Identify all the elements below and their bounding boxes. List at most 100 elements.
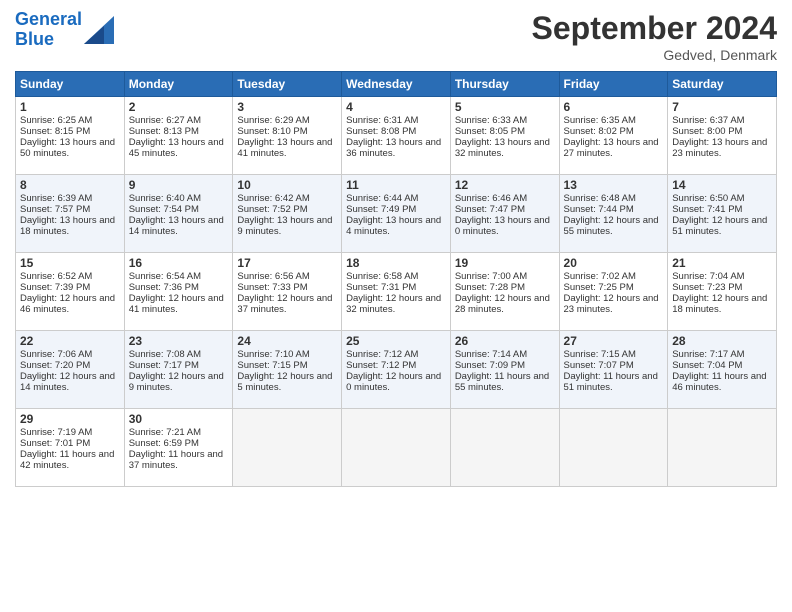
day-number: 25 (346, 334, 446, 348)
sunrise-label: Sunrise: 6:40 AM (129, 193, 201, 204)
sunrise-label: Sunrise: 6:56 AM (237, 271, 309, 282)
sunset-label: Sunset: 7:07 PM (564, 360, 634, 371)
table-row: 28 Sunrise: 7:17 AM Sunset: 7:04 PM Dayl… (668, 331, 777, 409)
calendar-table: Sunday Monday Tuesday Wednesday Thursday… (15, 71, 777, 487)
sunrise-label: Sunrise: 6:44 AM (346, 193, 418, 204)
day-number: 15 (20, 256, 120, 270)
sunrise-label: Sunrise: 7:12 AM (346, 349, 418, 360)
logo: General Blue (15, 10, 114, 50)
sunrise-label: Sunrise: 6:25 AM (20, 115, 92, 126)
table-row: 19 Sunrise: 7:00 AM Sunset: 7:28 PM Dayl… (450, 253, 559, 331)
day-number: 28 (672, 334, 772, 348)
day-number: 26 (455, 334, 555, 348)
table-row: 30 Sunrise: 7:21 AM Sunset: 6:59 PM Dayl… (124, 409, 233, 487)
logo-icon (84, 16, 114, 44)
daylight-label: Daylight: 12 hours and 55 minutes. (564, 215, 659, 237)
daylight-label: Daylight: 13 hours and 36 minutes. (346, 137, 441, 159)
day-number: 24 (237, 334, 337, 348)
page-header: General Blue September 2024 Gedved, Denm… (15, 10, 777, 63)
table-row: 20 Sunrise: 7:02 AM Sunset: 7:25 PM Dayl… (559, 253, 668, 331)
daylight-label: Daylight: 13 hours and 18 minutes. (20, 215, 115, 237)
sunset-label: Sunset: 8:10 PM (237, 126, 307, 137)
sunrise-label: Sunrise: 6:58 AM (346, 271, 418, 282)
table-row: 11 Sunrise: 6:44 AM Sunset: 7:49 PM Dayl… (342, 175, 451, 253)
day-number: 19 (455, 256, 555, 270)
day-number: 12 (455, 178, 555, 192)
sunset-label: Sunset: 8:05 PM (455, 126, 525, 137)
daylight-label: Daylight: 12 hours and 5 minutes. (237, 371, 332, 393)
weekday-header-row: Sunday Monday Tuesday Wednesday Thursday… (16, 72, 777, 97)
day-number: 21 (672, 256, 772, 270)
table-row: 16 Sunrise: 6:54 AM Sunset: 7:36 PM Dayl… (124, 253, 233, 331)
daylight-label: Daylight: 12 hours and 0 minutes. (346, 371, 441, 393)
daylight-label: Daylight: 13 hours and 45 minutes. (129, 137, 224, 159)
sunrise-label: Sunrise: 7:04 AM (672, 271, 744, 282)
page-container: General Blue September 2024 Gedved, Denm… (0, 0, 792, 497)
table-row: 14 Sunrise: 6:50 AM Sunset: 7:41 PM Dayl… (668, 175, 777, 253)
table-row: 26 Sunrise: 7:14 AM Sunset: 7:09 PM Dayl… (450, 331, 559, 409)
calendar-week-row: 22 Sunrise: 7:06 AM Sunset: 7:20 PM Dayl… (16, 331, 777, 409)
sunrise-label: Sunrise: 7:19 AM (20, 427, 92, 438)
daylight-label: Daylight: 12 hours and 32 minutes. (346, 293, 441, 315)
sunset-label: Sunset: 8:02 PM (564, 126, 634, 137)
sunrise-label: Sunrise: 7:02 AM (564, 271, 636, 282)
daylight-label: Daylight: 12 hours and 41 minutes. (129, 293, 224, 315)
daylight-label: Daylight: 13 hours and 32 minutes. (455, 137, 550, 159)
day-number: 29 (20, 412, 120, 426)
table-row (450, 409, 559, 487)
sunset-label: Sunset: 6:59 PM (129, 438, 199, 449)
day-number: 13 (564, 178, 664, 192)
day-number: 18 (346, 256, 446, 270)
table-row: 17 Sunrise: 6:56 AM Sunset: 7:33 PM Dayl… (233, 253, 342, 331)
sunrise-label: Sunrise: 7:15 AM (564, 349, 636, 360)
day-number: 7 (672, 100, 772, 114)
daylight-label: Daylight: 12 hours and 37 minutes. (237, 293, 332, 315)
day-number: 22 (20, 334, 120, 348)
table-row: 29 Sunrise: 7:19 AM Sunset: 7:01 PM Dayl… (16, 409, 125, 487)
daylight-label: Daylight: 12 hours and 18 minutes. (672, 293, 767, 315)
table-row: 5 Sunrise: 6:33 AM Sunset: 8:05 PM Dayli… (450, 97, 559, 175)
sunset-label: Sunset: 7:49 PM (346, 204, 416, 215)
sunset-label: Sunset: 7:33 PM (237, 282, 307, 293)
daylight-label: Daylight: 13 hours and 23 minutes. (672, 137, 767, 159)
sunrise-label: Sunrise: 6:48 AM (564, 193, 636, 204)
sunrise-label: Sunrise: 7:17 AM (672, 349, 744, 360)
daylight-label: Daylight: 13 hours and 9 minutes. (237, 215, 332, 237)
table-row: 8 Sunrise: 6:39 AM Sunset: 7:57 PM Dayli… (16, 175, 125, 253)
location: Gedved, Denmark (532, 47, 777, 63)
sunrise-label: Sunrise: 7:10 AM (237, 349, 309, 360)
sunset-label: Sunset: 7:04 PM (672, 360, 742, 371)
sunset-label: Sunset: 7:23 PM (672, 282, 742, 293)
daylight-label: Daylight: 12 hours and 9 minutes. (129, 371, 224, 393)
sunrise-label: Sunrise: 6:46 AM (455, 193, 527, 204)
day-number: 27 (564, 334, 664, 348)
day-number: 14 (672, 178, 772, 192)
table-row: 13 Sunrise: 6:48 AM Sunset: 7:44 PM Dayl… (559, 175, 668, 253)
daylight-label: Daylight: 13 hours and 4 minutes. (346, 215, 441, 237)
header-friday: Friday (559, 72, 668, 97)
day-number: 9 (129, 178, 229, 192)
daylight-label: Daylight: 12 hours and 14 minutes. (20, 371, 115, 393)
daylight-label: Daylight: 13 hours and 50 minutes. (20, 137, 115, 159)
day-number: 6 (564, 100, 664, 114)
sunset-label: Sunset: 8:08 PM (346, 126, 416, 137)
table-row (668, 409, 777, 487)
table-row: 22 Sunrise: 7:06 AM Sunset: 7:20 PM Dayl… (16, 331, 125, 409)
sunset-label: Sunset: 7:39 PM (20, 282, 90, 293)
month-title: September 2024 (532, 10, 777, 47)
day-number: 30 (129, 412, 229, 426)
sunrise-label: Sunrise: 7:21 AM (129, 427, 201, 438)
daylight-label: Daylight: 13 hours and 0 minutes. (455, 215, 550, 237)
day-number: 23 (129, 334, 229, 348)
table-row: 24 Sunrise: 7:10 AM Sunset: 7:15 PM Dayl… (233, 331, 342, 409)
daylight-label: Daylight: 12 hours and 46 minutes. (20, 293, 115, 315)
sunrise-label: Sunrise: 6:50 AM (672, 193, 744, 204)
sunrise-label: Sunrise: 6:29 AM (237, 115, 309, 126)
header-thursday: Thursday (450, 72, 559, 97)
daylight-label: Daylight: 12 hours and 23 minutes. (564, 293, 659, 315)
sunset-label: Sunset: 7:52 PM (237, 204, 307, 215)
table-row (342, 409, 451, 487)
table-row: 12 Sunrise: 6:46 AM Sunset: 7:47 PM Dayl… (450, 175, 559, 253)
day-number: 1 (20, 100, 120, 114)
table-row (559, 409, 668, 487)
